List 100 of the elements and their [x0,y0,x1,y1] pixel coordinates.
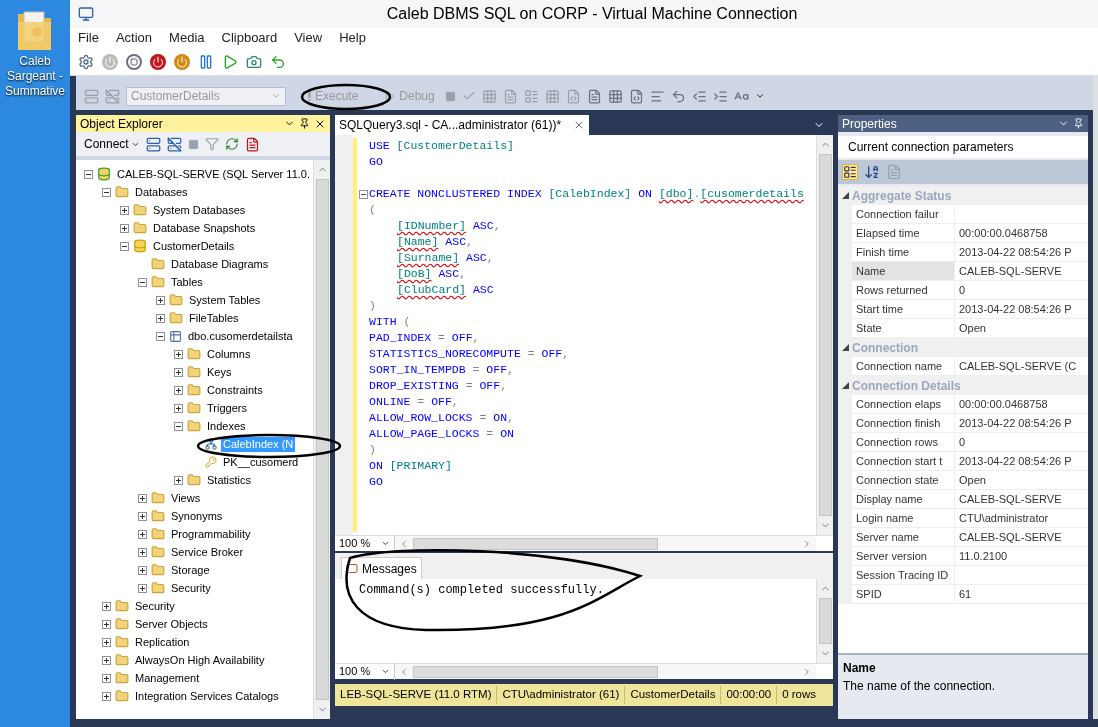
property-name[interactable]: SPID [852,585,954,604]
collapse-button[interactable] [841,344,849,351]
property-name[interactable]: Rows returned [852,281,954,300]
tree-item[interactable]: Database Diagrams [169,256,271,272]
overflow-icon[interactable] [754,91,765,101]
align-icon[interactable] [649,88,665,104]
grid-icon[interactable] [607,88,623,104]
tree-item[interactable]: Service Broker [169,544,246,560]
collapse-button[interactable] [841,382,849,389]
categorized-icon[interactable] [842,164,858,180]
expand-button[interactable] [138,529,147,539]
expand-button[interactable] [120,223,129,233]
expand-button[interactable] [102,601,111,611]
tree-item[interactable]: FileTables [187,310,241,326]
pin-icon[interactable] [299,118,310,129]
gear-icon[interactable] [78,53,94,70]
object-dropdown[interactable]: Current connection parameters [838,136,1088,158]
pin-icon[interactable] [1073,118,1084,129]
document-icon[interactable] [244,136,260,152]
expand-button[interactable] [174,349,183,359]
indent-icon[interactable] [712,88,728,104]
connect-button[interactable]: Connect [84,135,140,153]
tree-item[interactable]: Management [133,670,202,686]
property-name[interactable]: Connection rows [852,433,954,452]
tree-item[interactable]: PK__cusomerd [221,454,301,470]
expand-button[interactable] [174,475,183,485]
property-name[interactable]: Server name [852,528,954,547]
property-name[interactable]: Display name [852,490,954,509]
tree-item[interactable]: Synonyms [169,508,225,524]
tree-item[interactable]: Views [169,490,203,506]
tree-item[interactable]: CALEB-SQL-SERVE (SQL Server 11.0. [115,166,312,182]
stop-icon[interactable] [126,53,142,70]
vertical-scrollbar[interactable] [1093,75,1098,719]
collapse-button[interactable] [102,187,111,197]
check-icon[interactable] [461,89,476,103]
property-name[interactable]: Connection start t [852,452,954,471]
tree-item[interactable]: Indexes [205,418,248,434]
expand-button[interactable] [174,367,183,377]
tree-item[interactable]: Programmability [169,526,253,542]
tree-item[interactable]: AlwaysOn High Availability [133,652,267,668]
refresh-icon[interactable] [224,137,239,151]
messages-tab[interactable]: Messages [341,557,422,579]
tree-item[interactable]: System Databases [151,202,248,218]
expand-button[interactable] [102,691,111,701]
tree-item[interactable]: Tables [169,274,205,290]
undo-icon[interactable] [670,88,686,104]
server-icon[interactable] [166,136,182,152]
expand-button[interactable] [102,655,111,665]
expand-button[interactable] [120,205,129,215]
expand-button[interactable] [156,295,165,305]
collapse-button[interactable] [174,421,183,431]
expand-button[interactable] [138,547,147,557]
tree-item[interactable]: Statistics [205,472,253,488]
collapse-button[interactable] [120,241,129,251]
collapse-button[interactable] [841,192,849,199]
tree-item[interactable]: dbo.cusomerdetailsta [186,328,295,344]
menu-item[interactable]: Help [339,28,366,48]
menu-item[interactable]: File [78,28,99,48]
tree-item[interactable]: Security [169,580,213,596]
play-icon[interactable] [222,53,238,70]
power-icon[interactable] [174,53,190,70]
expand-button[interactable] [174,385,183,395]
property-name[interactable]: Connection state [852,471,954,490]
expand-button[interactable] [174,403,183,413]
tree-item[interactable]: Storage [169,562,212,578]
property-name[interactable]: Connection name [852,357,954,376]
chevron-down-icon[interactable] [381,667,390,676]
tree-item[interactable]: Security [133,598,177,614]
server-icon[interactable] [145,136,161,152]
property-name[interactable]: Session Tracing ID [852,566,954,585]
tree-item[interactable]: Integration Services Catalogs [133,688,281,704]
property-name[interactable]: Connection finish [852,414,954,433]
desktop-icon-label[interactable]: Sargeant - [6,69,63,84]
property-name[interactable]: Name [852,262,954,281]
desktop-icon-label[interactable]: Summative [5,84,65,99]
collapse-button[interactable] [156,331,165,341]
pause-icon[interactable] [198,53,214,70]
document-tab[interactable]: SQLQuery3.sql - CA...administrator (61))* [335,115,590,135]
property-name[interactable]: State [852,319,954,338]
tree-item[interactable]: Keys [205,364,234,380]
property-name[interactable]: Server version [852,547,954,566]
property-name[interactable]: Login name [852,509,954,528]
property-name[interactable]: Connection elaps [852,395,954,414]
sort-icon[interactable] [864,164,880,180]
expand-button[interactable] [102,673,111,683]
tree-item[interactable]: Replication [133,634,192,650]
expand-button[interactable] [138,493,147,503]
menu-item[interactable]: View [294,28,323,48]
expand-button[interactable] [138,565,147,575]
expand-button[interactable] [102,637,111,647]
tree-item[interactable]: Columns [205,346,253,362]
tree-item[interactable]: Databases [133,184,190,200]
document-icon[interactable] [628,88,644,104]
document-icon[interactable] [586,88,602,104]
collapse-button[interactable] [358,189,368,199]
expand-button[interactable] [138,583,147,593]
collapse-button[interactable] [84,169,93,179]
tree-item[interactable]: Database Snapshots [151,220,258,236]
collapse-button[interactable] [138,277,147,287]
property-name[interactable]: Connection failur [852,205,954,224]
